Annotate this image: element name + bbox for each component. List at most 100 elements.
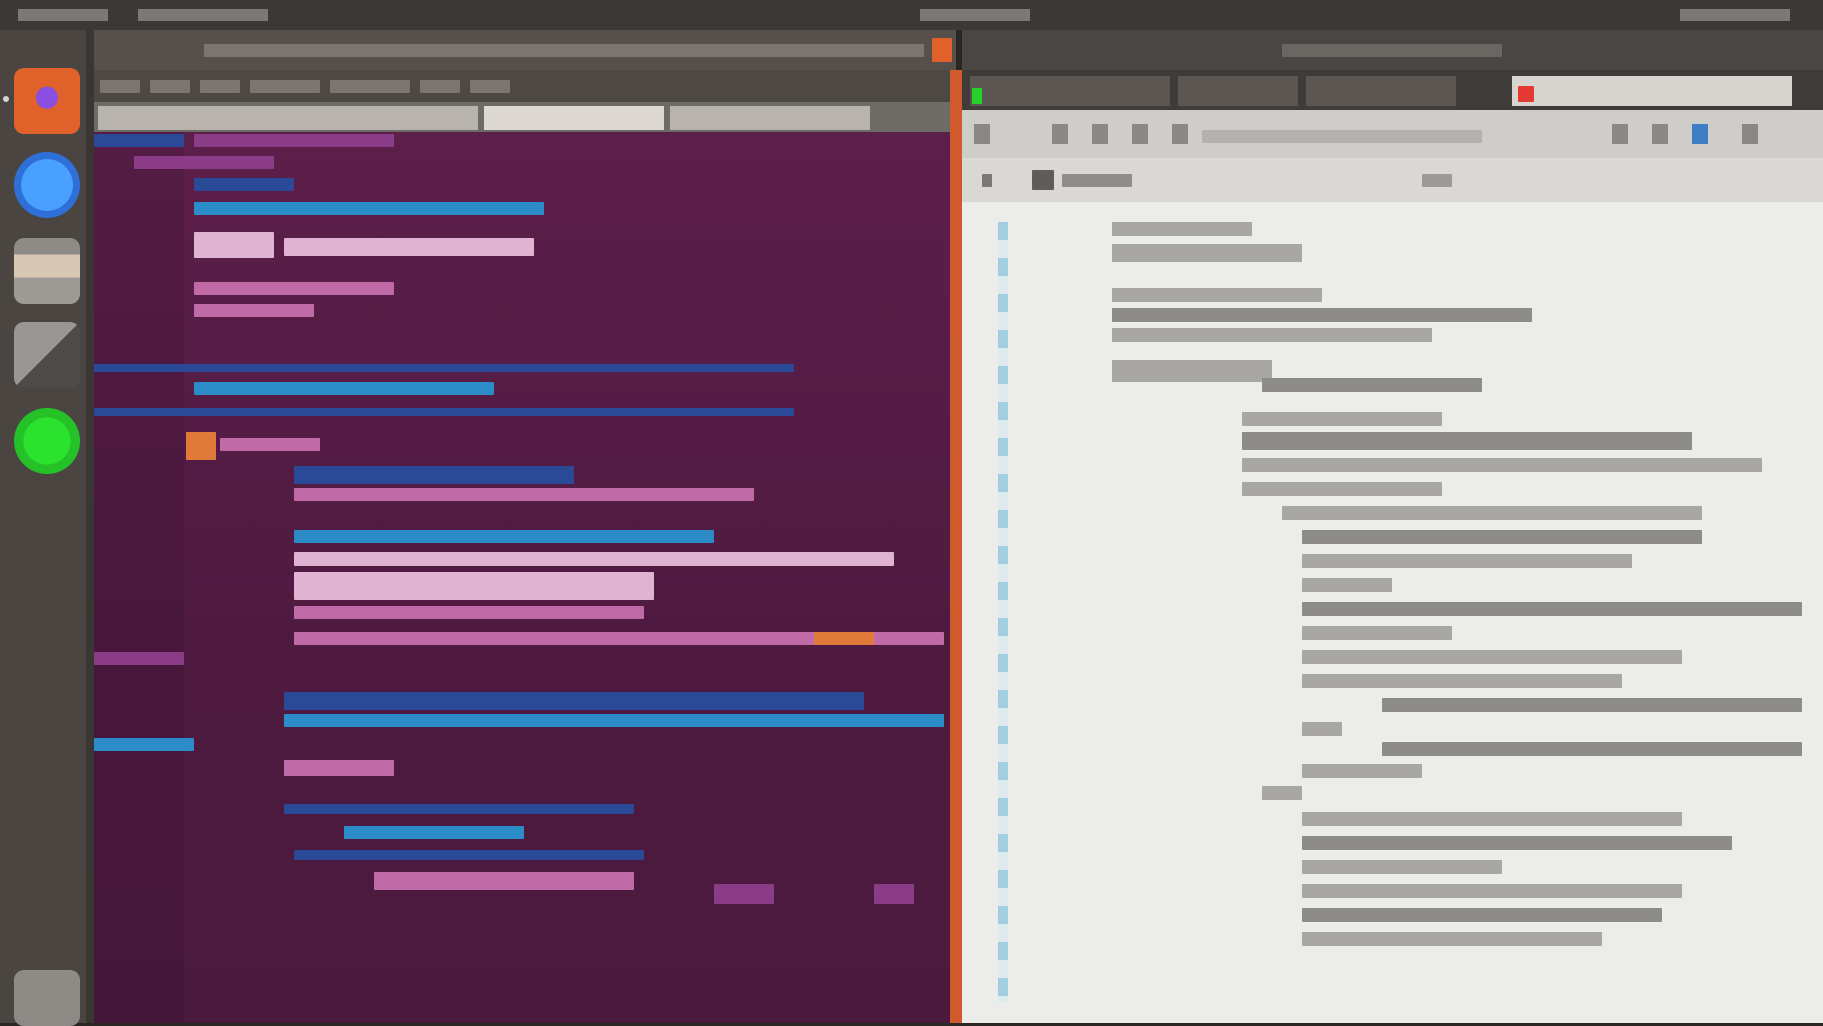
tool-icon[interactable] <box>1612 124 1628 144</box>
code-line <box>194 304 314 317</box>
status-indicator-icon <box>972 88 982 104</box>
code-line <box>294 850 644 860</box>
document-window <box>962 30 1823 1023</box>
text-line <box>1302 884 1682 898</box>
text-line <box>1112 222 1252 236</box>
text-line <box>1302 812 1682 826</box>
code-line <box>194 232 274 258</box>
code-line <box>194 178 294 191</box>
menu-item[interactable] <box>470 80 510 93</box>
menu-item[interactable] <box>150 80 190 93</box>
doc-tab-active[interactable] <box>1512 76 1792 106</box>
code-line <box>814 632 874 645</box>
document-title-text <box>1282 44 1502 57</box>
text-line <box>1302 932 1602 946</box>
code-line <box>714 884 774 904</box>
app-icon[interactable] <box>14 322 80 388</box>
tool-icon[interactable] <box>1092 124 1108 144</box>
trash-icon[interactable] <box>14 970 80 1026</box>
document-icon <box>1032 170 1054 190</box>
code-line <box>194 382 494 395</box>
code-line <box>874 884 914 904</box>
doc-tab[interactable] <box>970 76 1170 106</box>
header-meta <box>1422 174 1452 187</box>
tab-file[interactable] <box>670 106 870 130</box>
text-line <box>1302 764 1422 778</box>
line-number-gutter <box>94 132 184 1023</box>
text-line <box>1262 378 1482 392</box>
code-line <box>134 156 274 169</box>
document-titlebar[interactable] <box>962 30 1823 70</box>
code-line <box>294 572 654 600</box>
code-line <box>294 466 574 484</box>
menu-item[interactable] <box>330 80 410 93</box>
browser-icon[interactable] <box>14 152 80 218</box>
text-line <box>1302 602 1802 616</box>
menu-item[interactable] <box>200 80 240 93</box>
text-line <box>1242 482 1442 496</box>
tab-file-active[interactable] <box>484 106 664 130</box>
code-line <box>194 134 394 147</box>
software-icon[interactable] <box>14 408 80 474</box>
collapse-icon[interactable] <box>982 174 992 187</box>
menu-icon[interactable] <box>1742 124 1758 144</box>
top-panel <box>0 0 1823 30</box>
back-icon[interactable] <box>974 124 990 144</box>
editor-menubar <box>94 70 956 102</box>
firefox-icon[interactable] <box>14 68 80 134</box>
code-line <box>220 438 320 451</box>
launcher-running-indicator <box>3 96 9 102</box>
text-line <box>1242 412 1442 426</box>
code-line <box>284 238 534 256</box>
editor-tabbar <box>94 102 956 132</box>
close-icon[interactable] <box>932 38 952 62</box>
code-line <box>94 364 794 372</box>
code-line <box>284 804 634 814</box>
editor-titlebar[interactable] <box>94 30 956 70</box>
top-panel-clock[interactable] <box>920 9 1030 21</box>
doc-tab[interactable] <box>1178 76 1298 106</box>
window-divider <box>950 70 962 1023</box>
text-line <box>1242 458 1762 472</box>
files-icon[interactable] <box>14 238 80 304</box>
text-line <box>1112 360 1272 382</box>
code-line <box>284 714 944 727</box>
text-line <box>1302 722 1342 736</box>
menu-item[interactable] <box>420 80 460 93</box>
code-area[interactable] <box>94 132 956 1023</box>
text-line <box>1112 308 1532 322</box>
code-line <box>194 282 394 295</box>
code-line <box>94 408 794 416</box>
text-line <box>1302 578 1392 592</box>
tool-icon[interactable] <box>1172 124 1188 144</box>
top-panel-indicators[interactable] <box>1680 9 1790 21</box>
document-header <box>962 158 1823 202</box>
menu-item[interactable] <box>100 80 140 93</box>
tool-icon[interactable] <box>1132 124 1148 144</box>
code-line <box>294 488 754 501</box>
document-content[interactable] <box>962 202 1823 1023</box>
code-line <box>186 432 216 460</box>
code-line <box>94 652 184 665</box>
text-line <box>1382 742 1802 756</box>
code-line <box>284 692 864 710</box>
editor-window <box>94 30 956 1023</box>
document-toolbar <box>962 110 1823 158</box>
code-line <box>374 872 634 890</box>
menu-item[interactable] <box>250 80 320 93</box>
tool-icon[interactable] <box>1692 124 1708 144</box>
launcher <box>0 30 94 1026</box>
code-line <box>294 552 894 566</box>
text-line <box>1112 288 1322 302</box>
tool-icon[interactable] <box>1052 124 1068 144</box>
text-line <box>1302 530 1702 544</box>
tool-icon[interactable] <box>1652 124 1668 144</box>
tab-file[interactable] <box>98 106 478 130</box>
doc-tab[interactable] <box>1306 76 1456 106</box>
top-panel-app-name <box>138 9 268 21</box>
text-line <box>1242 432 1692 450</box>
text-line <box>1302 626 1452 640</box>
address-field[interactable] <box>1202 130 1482 143</box>
tab-favicon-icon <box>1518 86 1534 102</box>
code-line <box>344 826 524 839</box>
